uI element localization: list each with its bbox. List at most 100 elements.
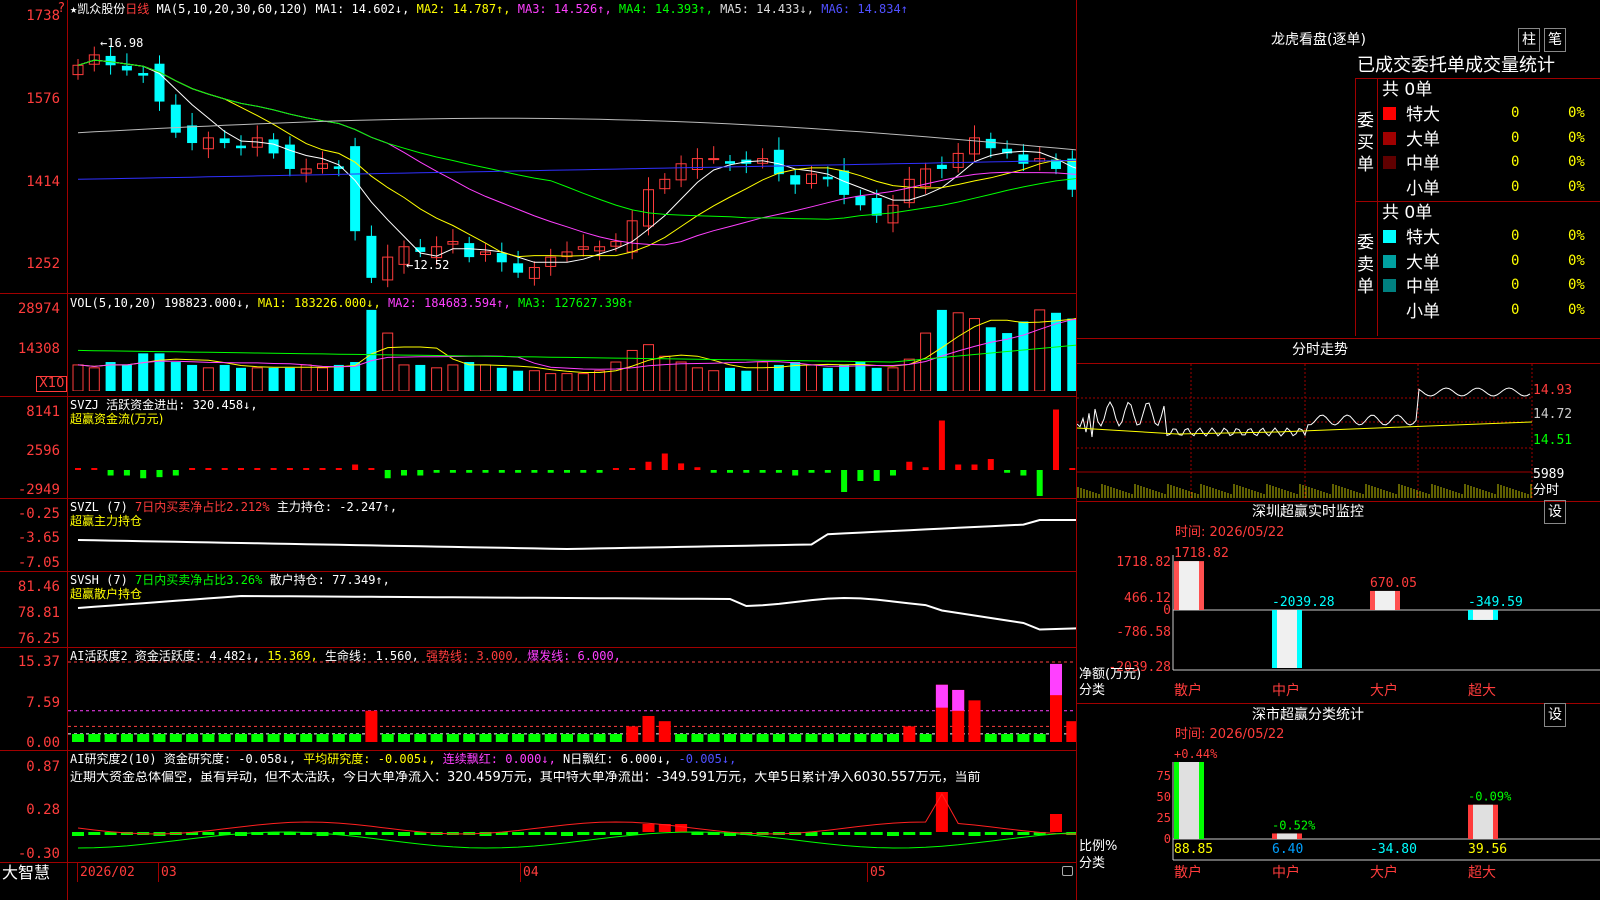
class-chart[interactable]: 75 50 25 0 +0.44% 88.85 散户 -0.52% 6.40 中户 -34.80 大户… [1077, 742, 1600, 900]
svzj-bar [629, 468, 636, 470]
activity-bar [120, 734, 133, 742]
svzj-bar [238, 468, 244, 470]
ai1-axis-label: 0.00 [26, 735, 60, 751]
svzj-bar [352, 464, 359, 470]
class-change-label: -0.09% [1468, 790, 1512, 804]
ma3-value: MA3: 14.526↑, [517, 2, 612, 16]
activity-bar [903, 726, 916, 742]
svzj-bar [384, 470, 391, 479]
volume-bar [790, 362, 801, 391]
volume-bar [1067, 318, 1076, 391]
ma5-line [77, 59, 1076, 263]
color-swatch [1383, 156, 1396, 169]
volume-bar [105, 362, 116, 391]
volume-bar [594, 370, 606, 391]
activity-bar [446, 734, 459, 742]
svzj-bar [678, 463, 685, 470]
class-bar-highlight [1277, 833, 1297, 839]
svzj-bar [564, 470, 570, 473]
volume-bar [985, 327, 996, 391]
ma-header: ★凯众股份日线 MA(5,10,20,30,60,120) MA1: 14.60… [70, 2, 908, 16]
activity-bar [495, 734, 508, 742]
monitor-bar-highlight [1179, 561, 1199, 610]
class-change-label: +0.44% [1174, 747, 1218, 761]
divider [0, 293, 1077, 294]
svzj-bar [1053, 409, 1059, 470]
monitor-axis-label: 0 [1163, 603, 1171, 618]
volume-bar [708, 370, 720, 391]
activity-bar [854, 734, 867, 742]
research-bar [72, 832, 84, 836]
research-bar [609, 832, 622, 835]
divider [0, 750, 1077, 751]
activity-bar [609, 734, 622, 742]
lock-icon[interactable] [1062, 866, 1073, 876]
trade-view-button[interactable]: 笔 [1544, 28, 1566, 52]
activity-bar [512, 734, 525, 742]
x-axis-label: 2026/02 [80, 865, 135, 880]
svzl-chart[interactable] [68, 505, 1076, 569]
bar-view-button[interactable]: 柱 [1518, 28, 1540, 52]
research-bar [642, 824, 655, 832]
monitor-category-label: 中户 [1272, 682, 1300, 699]
monitor-chart[interactable]: 1718.82466.120-786.58-2039.281718.82散户-2… [1077, 540, 1600, 700]
svzj-bar [743, 470, 750, 473]
candle-body [936, 164, 947, 169]
svzj-bar [1020, 470, 1027, 476]
volume-bar [871, 367, 882, 391]
activity-bar [919, 734, 932, 742]
monitor-category-label: 散户 [1174, 682, 1202, 699]
buy-total: 共 0单 [1382, 80, 1433, 100]
svzj-bar [498, 470, 505, 473]
svzj-bar [612, 468, 619, 470]
svsh-chart[interactable] [68, 578, 1076, 644]
monitor-settings-button[interactable]: 设 [1544, 500, 1566, 524]
research-bar [870, 832, 883, 835]
ai2-chart[interactable] [68, 788, 1076, 860]
class-settings-button[interactable]: 设 [1544, 703, 1566, 727]
ai2-header: AI研究度2(10) 资金研究度: -0.058↓, 平均研究度: -0.005… [70, 752, 736, 766]
divider [1355, 78, 1600, 79]
candle-body [121, 65, 132, 71]
svzj-bar [466, 470, 473, 473]
activity-bar [365, 710, 378, 742]
activity-bar [398, 734, 410, 742]
svzj-bar [580, 470, 587, 473]
activity-bar [642, 715, 655, 742]
volume-bar [887, 367, 899, 391]
svzj-bar [205, 468, 212, 470]
svzj-bar [857, 470, 864, 481]
monitor-value-label: -2039.28 [1272, 595, 1335, 610]
color-swatch [1383, 230, 1396, 243]
y-axis-label: 1576 [26, 91, 60, 107]
candlestick-chart[interactable] [68, 16, 1076, 292]
order-row: 大单 0 0% [1077, 251, 1600, 273]
period-label[interactable]: 日线 [125, 2, 149, 16]
candle-body [822, 176, 833, 180]
research-bar [1050, 814, 1062, 832]
research-bar [854, 832, 867, 835]
monitor-category-label: 超大 [1468, 683, 1496, 699]
research-bar [887, 832, 899, 836]
svzj-bar [645, 461, 652, 470]
color-swatch [1383, 131, 1396, 145]
intraday-chart[interactable] [1077, 364, 1600, 500]
ai1-chart[interactable] [68, 650, 1076, 748]
svzj-chart[interactable] [68, 400, 1076, 496]
activity-bar [137, 734, 150, 742]
svzj-bar [107, 470, 114, 476]
activity-bar [870, 734, 883, 742]
volume-chart[interactable] [68, 305, 1076, 391]
volume-bar [675, 361, 687, 391]
svzj-bar [319, 468, 326, 470]
svzj-bar [906, 461, 913, 470]
svzj-bar [254, 468, 261, 470]
volume-bar [333, 364, 344, 391]
activity-bar [251, 734, 264, 742]
svzj-bar [694, 467, 701, 470]
ai2-axis-label: -0.30 [17, 846, 60, 862]
main-chart-area[interactable]: ? ★凯众股份日线 MA(5,10,20,30,60,120) MA1: 14.… [0, 0, 1077, 900]
ai2-axis-label: 0.28 [26, 802, 60, 818]
x-tick [77, 862, 78, 882]
ai2-description: 近期大资金总体偏空，虽有异动，但不太活跃，今日大单净流入：320.459万元，其… [70, 771, 981, 785]
